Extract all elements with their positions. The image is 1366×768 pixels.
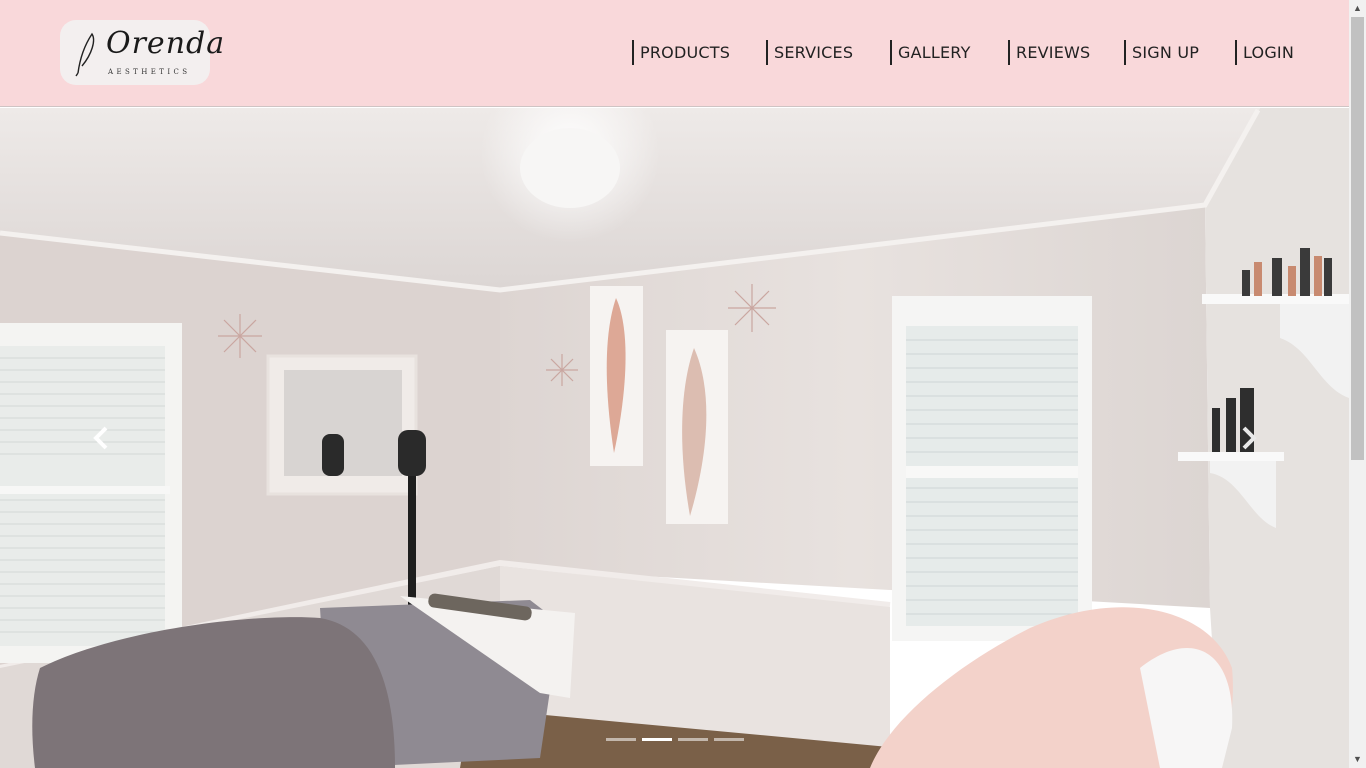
nav-login[interactable]: LOGIN — [1235, 40, 1294, 65]
nav-sign-up[interactable]: SIGN UP — [1124, 40, 1199, 65]
scroll-thumb[interactable] — [1351, 17, 1364, 460]
carousel-indicator-4[interactable] — [714, 738, 744, 741]
hero-carousel — [0, 108, 1349, 768]
page-scrollbar[interactable]: ▲ ▼ — [1349, 0, 1366, 768]
chevron-left-icon — [93, 426, 108, 450]
chevron-right-icon — [1242, 426, 1257, 450]
scroll-down-icon[interactable]: ▼ — [1349, 751, 1366, 768]
nav-gallery[interactable]: GALLERY — [890, 40, 971, 65]
nav-products[interactable]: PRODUCTS — [632, 40, 730, 65]
site-header: Orenda AESTHETICS PRODUCTS SERVICES GALL… — [0, 0, 1349, 107]
nav-services[interactable]: SERVICES — [766, 40, 853, 65]
nav-reviews[interactable]: REVIEWS — [1008, 40, 1090, 65]
carousel-prev-button[interactable] — [82, 418, 122, 458]
carousel-next-button[interactable] — [1228, 418, 1268, 458]
treatment-room-photo — [0, 108, 1349, 768]
brand-name: Orenda — [106, 26, 226, 61]
feather-icon — [75, 32, 95, 77]
brand-logo[interactable]: Orenda AESTHETICS — [60, 20, 224, 85]
scroll-up-icon[interactable]: ▲ — [1349, 0, 1366, 17]
carousel-indicator-1[interactable] — [606, 738, 636, 741]
carousel-indicator-2[interactable] — [642, 738, 672, 741]
brand-tagline: AESTHETICS — [108, 68, 191, 76]
carousel-indicator-3[interactable] — [678, 738, 708, 741]
